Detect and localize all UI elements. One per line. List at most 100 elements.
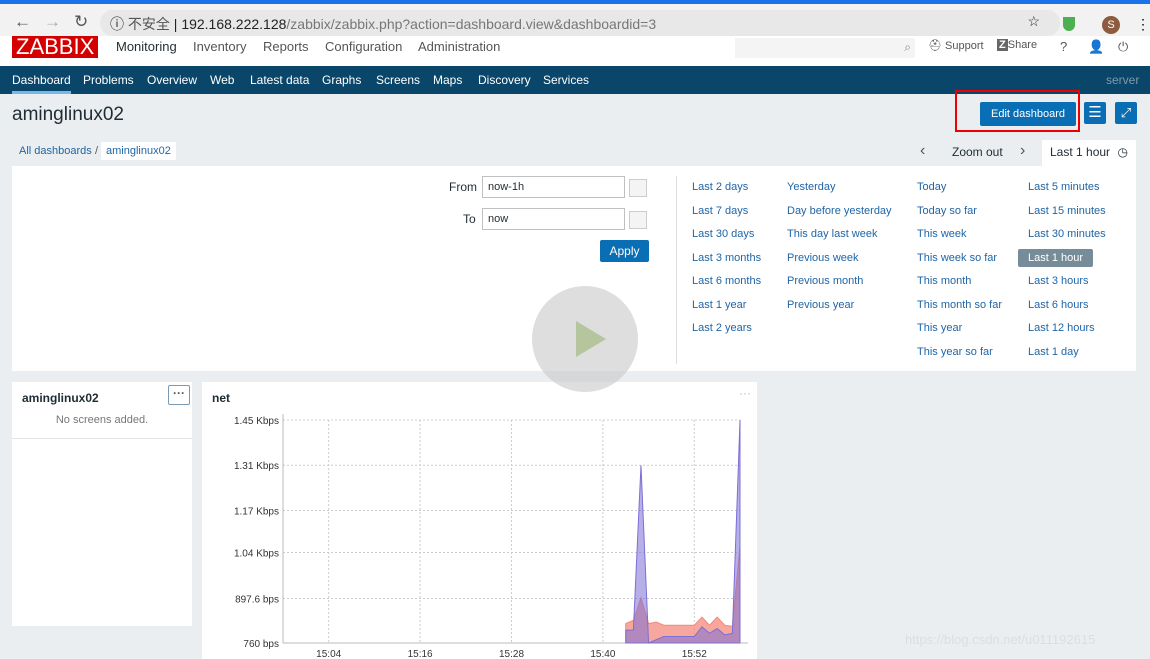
url-host: 192.168.222.128 bbox=[181, 16, 287, 32]
tab-services[interactable]: Services bbox=[543, 73, 589, 87]
quick-select-last-3-hours[interactable]: Last 3 hours bbox=[1028, 275, 1089, 287]
quick-select-this-week[interactable]: This week bbox=[917, 228, 967, 240]
quick-select-last-1-year[interactable]: Last 1 year bbox=[692, 299, 746, 311]
quick-select-last-2-years[interactable]: Last 2 years bbox=[692, 322, 752, 334]
tab-dashboard[interactable]: Dashboard bbox=[12, 73, 71, 94]
server-name: server bbox=[1106, 73, 1140, 87]
net-graph: 1.45 Kbps 1.31 Kbps 1.17 Kbps 1.04 Kbps 897.… bbox=[234, 414, 748, 659]
quick-select-last-1-day[interactable]: Last 1 day bbox=[1028, 346, 1079, 358]
video-play-icon[interactable] bbox=[532, 286, 638, 392]
tab-screens[interactable]: Screens bbox=[376, 73, 420, 87]
search-icon[interactable]: ⌕ bbox=[904, 40, 911, 55]
profile-avatar[interactable]: S bbox=[1102, 16, 1120, 34]
previous-period-icon[interactable]: ‹ bbox=[920, 142, 925, 160]
highlight-box bbox=[955, 90, 1080, 132]
tab-latest-data[interactable]: Latest data bbox=[250, 73, 309, 87]
breadcrumb-all-dashboards[interactable]: All dashboards bbox=[19, 145, 92, 157]
y-tick-label: 1.45 Kbps bbox=[234, 416, 279, 427]
tab-web[interactable]: Web bbox=[210, 73, 234, 87]
address-bar[interactable]: ⓘ 不安全 | 192.168.222.128/zabbix/zabbix.ph… bbox=[100, 10, 1060, 36]
y-tick-label: 1.31 Kbps bbox=[234, 461, 279, 472]
menu-monitoring[interactable]: Monitoring bbox=[116, 39, 177, 54]
breadcrumb-current[interactable]: aminglinux02 bbox=[101, 142, 176, 160]
x-tick-label: 15:04 bbox=[316, 649, 341, 659]
reload-icon[interactable]: ↻ bbox=[74, 12, 88, 32]
tab-problems[interactable]: Problems bbox=[83, 73, 134, 87]
menu-administration[interactable]: Administration bbox=[418, 39, 500, 54]
page-title: aminglinux02 bbox=[12, 104, 124, 125]
divider bbox=[676, 176, 677, 364]
url-path: /zabbix/zabbix.php?action=dashboard.view… bbox=[286, 16, 657, 32]
sign-out-icon[interactable]: ⏻ bbox=[1118, 39, 1128, 55]
to-label: To bbox=[463, 212, 476, 226]
quick-select-yesterday[interactable]: Yesterday bbox=[787, 181, 836, 193]
fullscreen-icon[interactable]: ⤢ bbox=[1115, 102, 1137, 124]
quick-select-this-day-last-week[interactable]: This day last week bbox=[787, 228, 877, 240]
quick-select-today-so-far[interactable]: Today so far bbox=[917, 205, 977, 217]
tab-overview[interactable]: Overview bbox=[147, 73, 197, 87]
support-label: Support bbox=[945, 40, 984, 52]
tab-maps[interactable]: Maps bbox=[433, 73, 462, 87]
quick-select-this-week-so-far[interactable]: This week so far bbox=[917, 252, 997, 264]
share-label: Share bbox=[1007, 39, 1038, 51]
menu-reports[interactable]: Reports bbox=[263, 39, 309, 54]
quick-select-last-30-minutes[interactable]: Last 30 minutes bbox=[1028, 228, 1106, 240]
menu-configuration[interactable]: Configuration bbox=[325, 39, 402, 54]
divider bbox=[12, 438, 192, 439]
apply-button[interactable]: Apply bbox=[600, 240, 649, 262]
x-tick-label: 15:28 bbox=[499, 649, 524, 659]
quick-select-last-2-days[interactable]: Last 2 days bbox=[692, 181, 748, 193]
forward-icon[interactable]: → bbox=[44, 12, 61, 32]
tab-graphs[interactable]: Graphs bbox=[322, 73, 361, 87]
back-icon[interactable]: ← bbox=[14, 12, 31, 32]
quick-select-this-year[interactable]: This year bbox=[917, 322, 962, 334]
quick-select-day-before-yesterday[interactable]: Day before yesterday bbox=[787, 205, 892, 217]
browser-toolbar: ← → ↻ ⓘ 不安全 | 192.168.222.128/zabbix/zab… bbox=[0, 0, 1150, 40]
to-input[interactable]: now bbox=[482, 208, 625, 230]
search-input[interactable]: ⌕ bbox=[735, 38, 915, 58]
clock-icon: ◷ bbox=[1117, 145, 1128, 159]
share-link[interactable]: Z Share bbox=[997, 39, 1037, 51]
menu-inventory[interactable]: Inventory bbox=[193, 39, 246, 54]
extension-shield-icon[interactable] bbox=[1063, 17, 1075, 31]
from-calendar-icon[interactable] bbox=[629, 179, 647, 197]
quick-select-last-6-hours[interactable]: Last 6 hours bbox=[1028, 299, 1089, 311]
support-link[interactable]: ⛑ Support bbox=[928, 39, 984, 52]
quick-select-previous-week[interactable]: Previous week bbox=[787, 252, 859, 264]
tab-discovery[interactable]: Discovery bbox=[478, 73, 531, 87]
quick-select-today[interactable]: Today bbox=[917, 181, 946, 193]
quick-select-last-6-months[interactable]: Last 6 months bbox=[692, 275, 761, 287]
to-calendar-icon[interactable] bbox=[629, 211, 647, 229]
y-tick-label: 1.04 Kbps bbox=[234, 549, 279, 560]
quick-select-previous-month[interactable]: Previous month bbox=[787, 275, 863, 287]
x-tick-label: 15:16 bbox=[408, 649, 433, 659]
y-tick-label: 1.17 Kbps bbox=[234, 506, 279, 517]
quick-select-last-15-minutes[interactable]: Last 15 minutes bbox=[1028, 205, 1106, 217]
from-input[interactable]: now-1h bbox=[482, 176, 625, 198]
quick-select-last-5-minutes[interactable]: Last 5 minutes bbox=[1028, 181, 1100, 193]
star-icon[interactable]: ☆ bbox=[1027, 13, 1040, 30]
browser-menu-icon[interactable]: ⋮ bbox=[1136, 16, 1150, 33]
quick-select-last-1-hour[interactable]: Last 1 hour bbox=[1018, 248, 1094, 267]
user-profile-icon[interactable]: 👤 bbox=[1088, 39, 1104, 55]
x-tick-label: 15:52 bbox=[682, 649, 707, 659]
zoom-out-button[interactable]: Zoom out bbox=[952, 145, 1003, 159]
quick-select-last-30-days[interactable]: Last 30 days bbox=[692, 228, 754, 240]
widget-options-icon[interactable]: ··· bbox=[168, 385, 190, 405]
y-tick-label: 760 bps bbox=[243, 639, 279, 650]
quick-select-last-12-hours[interactable]: Last 12 hours bbox=[1028, 322, 1095, 334]
screens-widget: aminglinux02 ··· No screens added. bbox=[12, 382, 192, 626]
empty-message: No screens added. bbox=[55, 414, 149, 426]
quick-select-this-month[interactable]: This month bbox=[917, 275, 971, 287]
quick-select-previous-year[interactable]: Previous year bbox=[787, 299, 854, 311]
zabbix-logo[interactable]: ZABBIX bbox=[12, 36, 99, 58]
quick-select-this-year-so-far[interactable]: This year so far bbox=[917, 346, 993, 358]
time-range-tab[interactable]: Last 1 hour ◷ bbox=[1042, 140, 1136, 168]
quick-select-last-7-days[interactable]: Last 7 days bbox=[692, 205, 748, 217]
quick-select-last-3-months[interactable]: Last 3 months bbox=[692, 252, 761, 264]
help-icon[interactable]: ? bbox=[1060, 39, 1067, 54]
y-tick-label: 897.6 bps bbox=[235, 595, 279, 606]
dashboard-menu-icon[interactable]: ☰ bbox=[1084, 102, 1106, 124]
quick-select-this-month-so-far[interactable]: This month so far bbox=[917, 299, 1002, 311]
next-period-icon[interactable]: › bbox=[1020, 142, 1025, 160]
